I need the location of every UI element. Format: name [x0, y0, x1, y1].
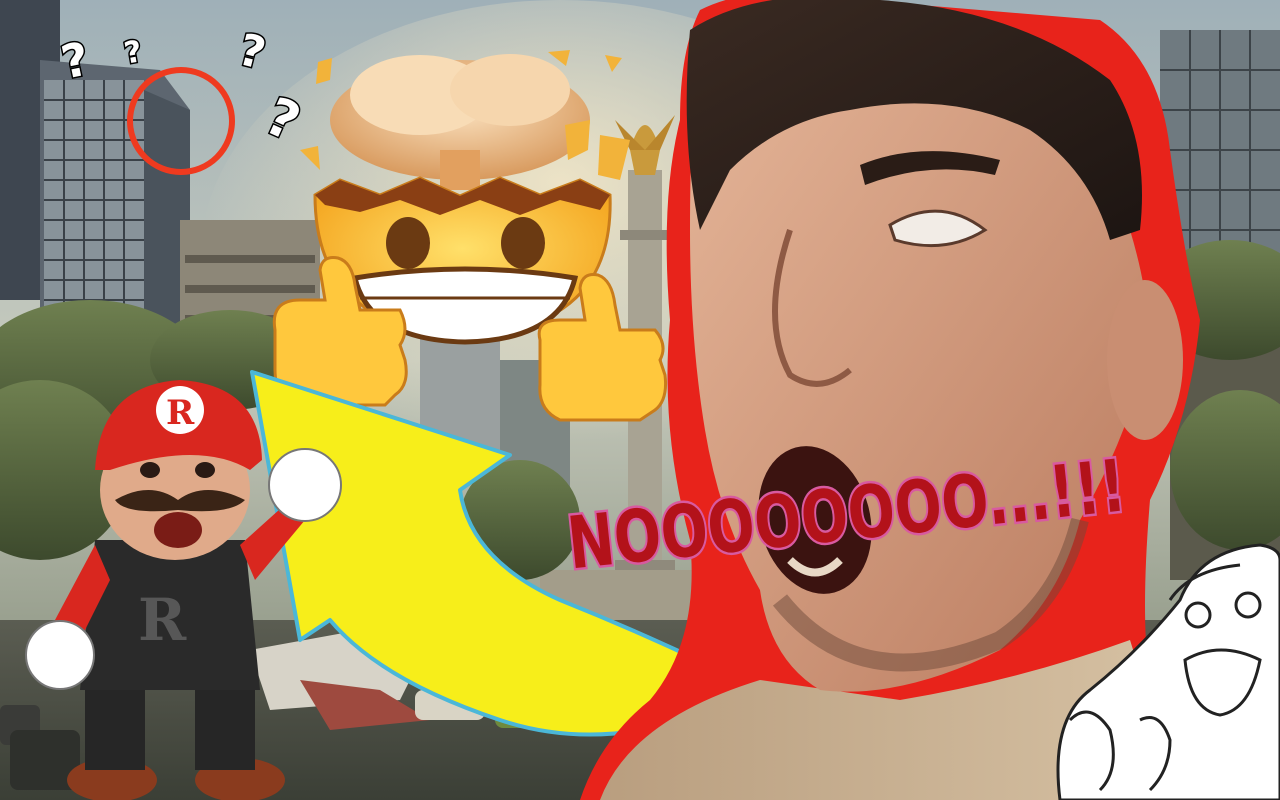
emoji-left-eye	[386, 217, 430, 269]
character-mouth	[154, 512, 202, 548]
thumbnail-scene: ? ? ? ? NOOOOOOOO...!!! R R	[0, 0, 1280, 800]
right-glove-fist	[268, 448, 342, 522]
left-glove	[25, 620, 95, 690]
building-glass-tower	[40, 60, 190, 330]
emoji-right-eye	[501, 217, 545, 269]
overalls-letter: R	[138, 586, 187, 654]
cap-letter: R	[166, 393, 195, 433]
thumbnail-canvas: ? ? ? ? NOOOOOOOO...!!! R R	[0, 0, 1280, 800]
ear	[1107, 280, 1183, 440]
